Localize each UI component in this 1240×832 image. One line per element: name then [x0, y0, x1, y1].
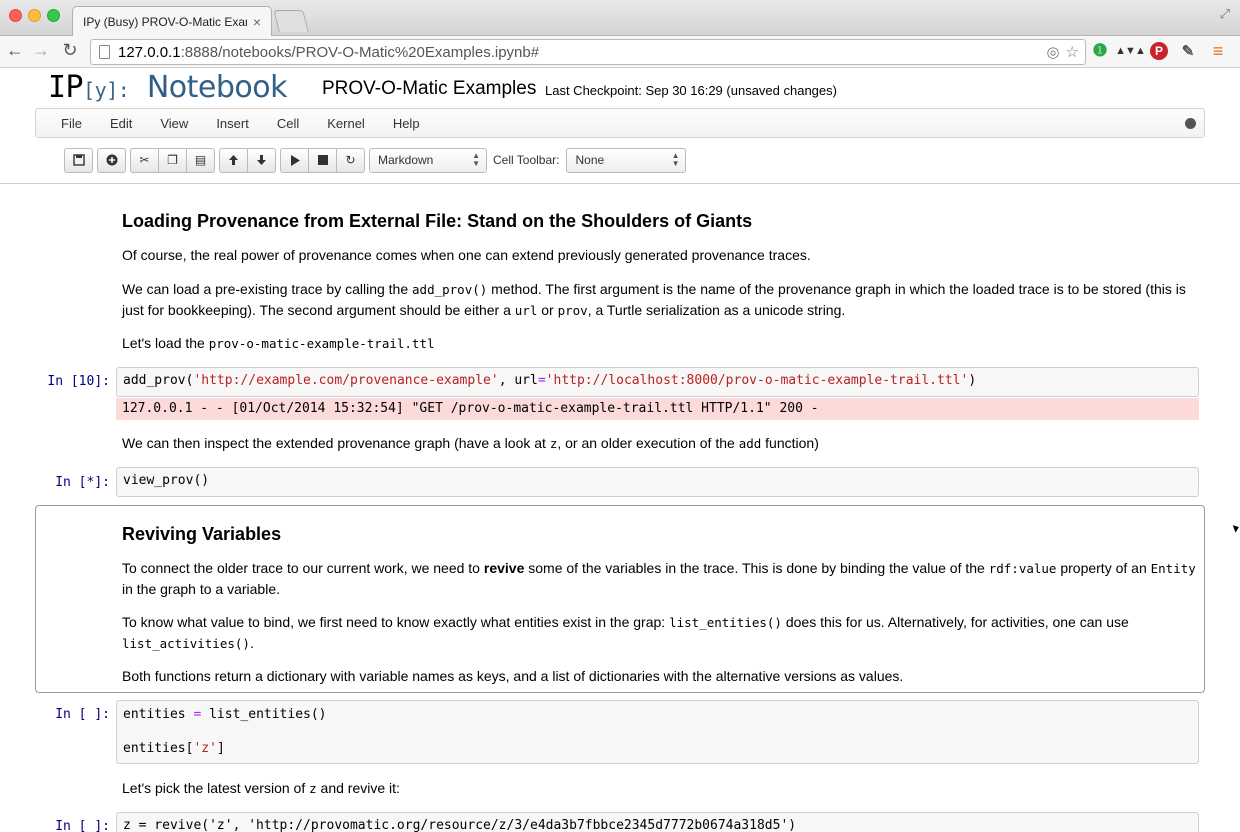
menu-insert[interactable]: Insert	[216, 116, 249, 131]
restart-icon[interactable]: ↻	[336, 147, 365, 173]
url-text: 127.0.0.1:8888/notebooks/PROV-O-Matic%20…	[118, 43, 540, 61]
tab-close-icon[interactable]: ×	[253, 14, 261, 30]
cell-output-stderr: 127.0.0.1 - - [01/Oct/2014 15:32:54] "GE…	[116, 398, 1199, 420]
tab-title: IPy (Busy) PROV-O-Matic Examples	[83, 14, 247, 29]
heading-loading-provenance: Loading Provenance from External File: S…	[122, 211, 753, 231]
browser-tab[interactable]: IPy (Busy) PROV-O-Matic Examples ×	[72, 6, 272, 36]
menu-file[interactable]: File	[61, 116, 82, 131]
extension-green-icon[interactable]: ❶	[1090, 41, 1110, 61]
ipython-logo[interactable]: IP[y]: Notebook	[48, 70, 288, 105]
input-prompt: In [ ]:	[55, 819, 110, 832]
move-down-icon[interactable]	[247, 147, 276, 173]
evernote-icon[interactable]: ✎	[1178, 41, 1198, 61]
paste-icon[interactable]: ▤	[186, 147, 215, 173]
address-bar[interactable]: 127.0.0.1:8888/notebooks/PROV-O-Matic%20…	[90, 39, 1086, 65]
menu-help[interactable]: Help	[393, 116, 420, 131]
markdown-paragraph: To connect the older trace to our curren…	[122, 560, 1196, 597]
cell-toolbar-value: None	[575, 153, 605, 167]
select-caret-icon: ▲ ▼	[472, 151, 480, 168]
window-minimize-button[interactable]	[28, 9, 41, 22]
heading-reviving-variables: Reviving Variables	[122, 524, 282, 544]
cookie-icon[interactable]: ◎	[1046, 43, 1059, 61]
input-prompt: In [10]:	[47, 374, 110, 389]
reload-icon[interactable]: ↻	[59, 40, 81, 61]
browser-titlebar: IPy (Busy) PROV-O-Matic Examples × ⤢	[0, 0, 1240, 36]
menu-cell[interactable]: Cell	[277, 116, 299, 131]
notebook-title[interactable]: PROV-O-Matic Examples	[322, 78, 536, 100]
window-close-button[interactable]	[9, 9, 22, 22]
bookmark-star-icon[interactable]: ☆	[1066, 43, 1079, 61]
page-icon	[99, 45, 110, 59]
notebook-body[interactable]: Loading Provenance from External File: S…	[0, 185, 1240, 832]
checkpoint-status: Last Checkpoint: Sep 30 16:29 (unsaved c…	[545, 83, 837, 98]
new-tab-button[interactable]	[273, 10, 309, 32]
code-cell-add-prov[interactable]: add_prov('http://example.com/provenance-…	[116, 367, 1199, 397]
insert-cell-icon[interactable]	[97, 147, 126, 173]
notebook-header: IP[y]: Notebook PROV-O-Matic Examples La…	[0, 68, 1240, 184]
markdown-paragraph: Let's pick the latest version of z and r…	[122, 780, 400, 796]
markdown-paragraph: We can load a pre-existing trace by call…	[122, 281, 1186, 318]
stop-icon[interactable]	[308, 147, 337, 173]
markdown-paragraph: Let's load the prov-o-matic-example-trai…	[122, 335, 435, 351]
pinterest-icon[interactable]: P	[1150, 42, 1168, 60]
input-prompt: In [ ]:	[55, 707, 110, 722]
cell-toolbar-select[interactable]: None ▲ ▼	[566, 147, 687, 173]
markdown-paragraph: Of course, the real power of provenance …	[122, 247, 811, 263]
browser-menu-icon[interactable]: ≡	[1208, 41, 1228, 61]
code-cell-list-entities[interactable]: entities = list_entities() entities['z']	[116, 700, 1199, 764]
menu-view[interactable]: View	[160, 116, 188, 131]
cut-icon[interactable]: ✂	[130, 147, 159, 173]
cell-type-select[interactable]: Markdown ▲ ▼	[369, 147, 487, 173]
copy-icon[interactable]: ❐	[158, 147, 187, 173]
menubar: File Edit View Insert Cell Kernel Help	[35, 108, 1205, 138]
extension-ava-icon[interactable]: ▲▼▲	[1115, 41, 1146, 61]
markdown-paragraph: Both functions return a dictionary with …	[122, 668, 904, 684]
markdown-paragraph: We can then inspect the extended provena…	[122, 435, 819, 451]
markdown-paragraph: To know what value to bind, we first nee…	[122, 614, 1129, 651]
save-icon[interactable]	[64, 147, 93, 173]
cell-type-value: Markdown	[378, 153, 434, 167]
browser-toolbar: ← → ↻ 127.0.0.1:8888/notebooks/PROV-O-Ma…	[0, 36, 1240, 68]
input-prompt: In [*]:	[55, 475, 110, 490]
fullscreen-icon[interactable]: ⤢	[1220, 6, 1230, 22]
back-icon[interactable]: ←	[4, 40, 26, 61]
code-cell-revive[interactable]: z = revive('z', 'http://provomatic.org/r…	[116, 812, 1199, 832]
mouse-cursor-icon	[1232, 523, 1240, 533]
window-maximize-button[interactable]	[47, 9, 60, 22]
select-caret-icon: ▲ ▼	[671, 151, 680, 168]
menu-edit[interactable]: Edit	[110, 116, 132, 131]
menu-kernel[interactable]: Kernel	[327, 116, 365, 131]
run-icon[interactable]	[280, 147, 309, 173]
forward-icon[interactable]: →	[30, 40, 52, 61]
code-cell-view-prov[interactable]: view_prov()	[116, 467, 1199, 497]
notebook-toolbar: ✂ ❐ ▤ ↻ Markdown ▲ ▼ Cell Toolbar: None …	[64, 147, 687, 173]
move-up-icon[interactable]	[219, 147, 248, 173]
cell-toolbar-label: Cell Toolbar:	[493, 153, 560, 167]
kernel-busy-indicator	[1185, 118, 1196, 129]
